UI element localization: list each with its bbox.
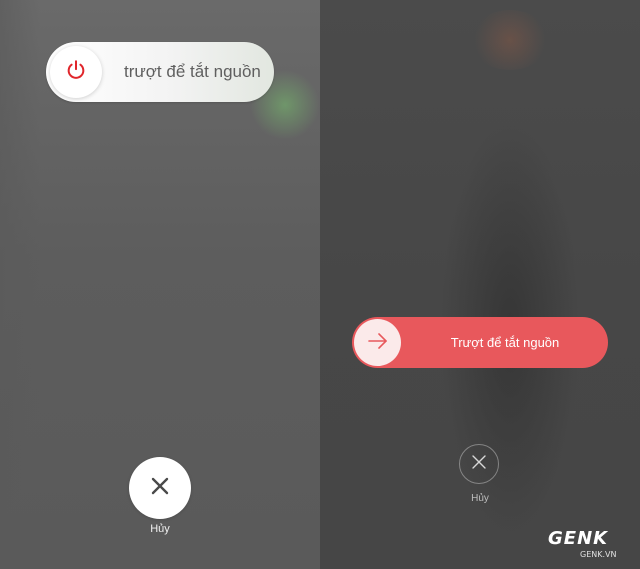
blurred-background — [470, 10, 550, 70]
slide-to-power-off-slider[interactable]: Trượt để tắt nguồn — [352, 317, 608, 368]
slider-knob[interactable] — [354, 319, 401, 366]
watermark-site: GENK.VN — [580, 550, 617, 559]
slider-label: Trượt để tắt nguồn — [450, 335, 560, 350]
watermark-logo: GENK — [548, 528, 609, 549]
slide-to-power-off-slider[interactable]: trượt để tắt nguồn — [46, 42, 274, 102]
slider-knob[interactable] — [50, 46, 102, 98]
power-icon — [65, 59, 87, 85]
cancel-label: Hủy — [471, 493, 489, 504]
slider-label: trượt để tắt nguồn — [124, 62, 261, 81]
ios-power-off-screen: trượt để tắt nguồn Hủy — [0, 0, 320, 569]
cancel-label: Hủy — [150, 523, 170, 535]
cancel-button[interactable] — [459, 444, 499, 484]
android-power-off-screen: Trượt để tắt nguồn Hủy — [320, 0, 640, 569]
close-icon — [470, 453, 488, 475]
close-icon — [149, 475, 171, 501]
genk-watermark: GENK GENK.VN — [548, 528, 634, 566]
arrow-right-icon — [366, 329, 390, 357]
blurred-background-edge — [0, 0, 40, 569]
cancel-button[interactable] — [129, 457, 191, 519]
comparison-image: trượt để tắt nguồn Hủy Trượt để tắt nguồ… — [0, 0, 640, 569]
